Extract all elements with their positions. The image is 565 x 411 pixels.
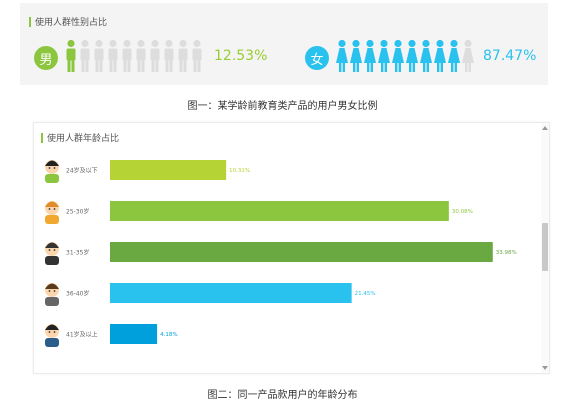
gender-panel-title: 使用人群性别占比 [29,15,107,28]
female-person-icon [462,39,474,72]
category-label: 24岁及以下 [66,167,98,175]
scrollbar-track[interactable] [541,123,549,373]
female-percent: 87.47% [483,48,537,64]
category-label: 41岁及以上 [66,331,98,339]
age-bar [110,242,493,262]
title-accent-bar [29,16,31,27]
female-person-icon [420,39,432,72]
scroll-down-arrow-icon[interactable] [542,366,548,370]
female-person-icon [378,39,390,72]
female-person-icon [392,39,404,72]
gender-title-text: 使用人群性别占比 [35,18,108,28]
category-label: 31-35岁 [66,249,89,257]
age-avatar-icon [45,242,59,265]
male-pictogram [66,39,202,72]
gender-panel: 使用人群性别占比 男 12.53% 女 87.47% [20,3,548,85]
male-person-icon [178,39,188,72]
age-bar [110,283,352,303]
bar-value-label: 30.08% [452,209,473,215]
age-bar [110,201,449,221]
scroll-up-arrow-icon[interactable] [542,126,548,130]
female-person-icon [406,39,418,72]
age-bar [110,324,158,344]
male-person-icon [94,39,104,72]
female-person-icon [434,39,446,72]
male-person-icon [66,39,76,72]
male-person-icon [108,39,118,72]
female-pictogram [336,39,474,72]
caption-figure-2: 图二：同一产品款用户的年龄分布 [207,390,358,401]
male-person-icon [80,39,90,72]
male-icon: 男 [34,46,58,70]
age-avatar-icon [45,201,59,224]
age-avatar-icon [45,160,59,183]
scrollbar-thumb[interactable] [542,223,548,271]
female-icon: 女 [305,46,329,70]
bar-value-label: 10.31% [229,168,250,174]
age-avatar-icon [45,324,59,347]
category-label: 25-30岁 [66,208,89,216]
bar-value-label: 33.98% [496,250,517,256]
male-person-icon [192,39,202,72]
male-person-icon [164,39,174,72]
bar-value-label: 4.18% [160,332,177,338]
female-person-icon [350,39,362,72]
male-person-icon [150,39,160,72]
age-avatar-icon [45,283,59,306]
female-person-icon [336,39,348,72]
female-person-icon [364,39,376,72]
male-person-icon [122,39,132,72]
age-bar-chart: 24岁及以下 10.31% 25-30岁 30.08% 31-35岁 33.98% 36-4… [45,160,517,347]
female-person-icon [448,39,460,72]
age-bar [110,160,227,180]
bar-value-label: 21.45% [355,291,376,297]
male-percent: 12.53% [214,48,268,64]
age-panel: 使用人群年龄占比 24岁及以下 10.31% 25-30岁 30.08% 31-35岁 3… [33,122,550,374]
male-person-icon [136,39,146,72]
caption-figure-1: 图一：某学龄前教育类产品的用户男女比例 [187,101,378,112]
category-label: 36-40岁 [66,290,89,298]
